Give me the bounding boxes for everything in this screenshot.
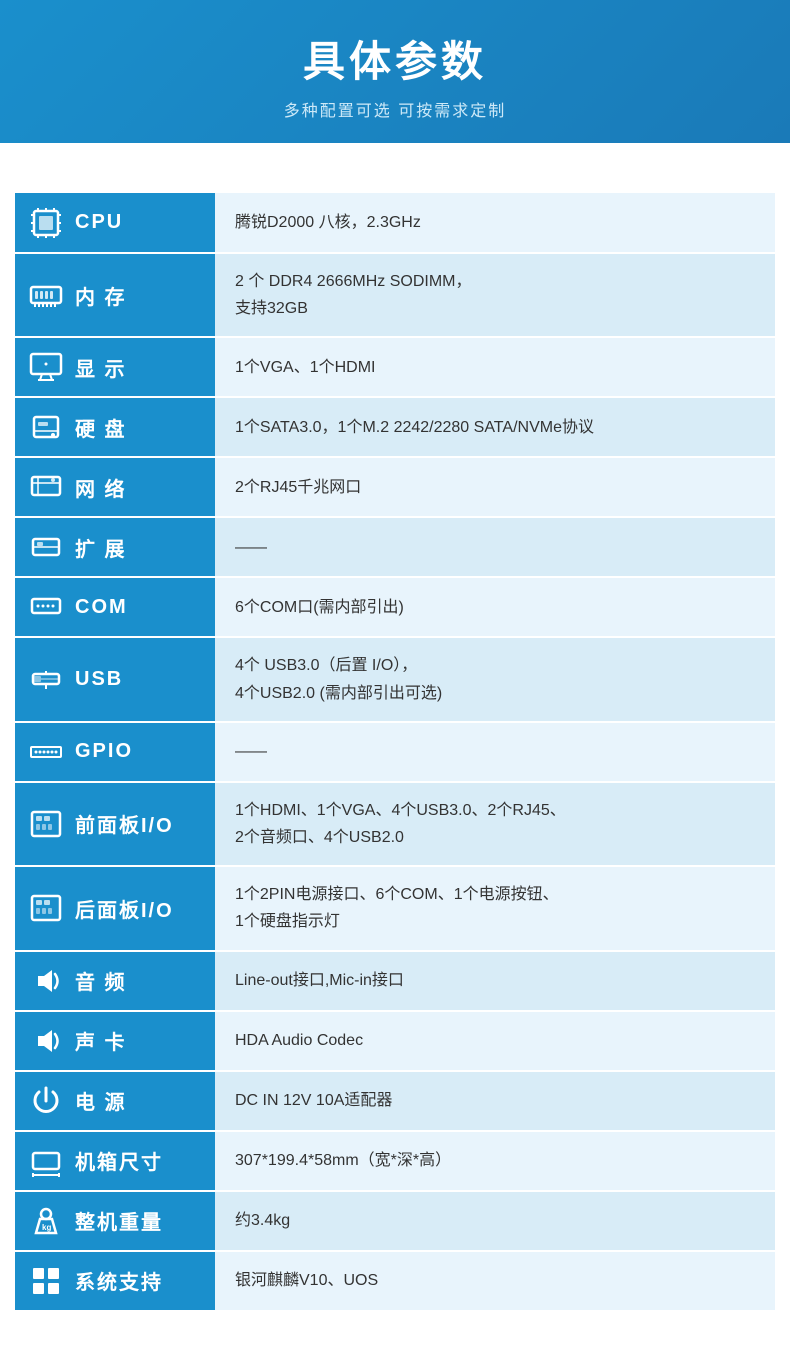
value-weight: 约3.4kg xyxy=(215,1191,775,1251)
expand-label: 扩 展 xyxy=(75,533,127,562)
value-gpio: —— xyxy=(215,722,775,782)
value-com: 6个COM口(需内部引出) xyxy=(215,577,775,637)
value-os: 银河麒麟V10、UOS xyxy=(215,1251,775,1311)
display-icon xyxy=(25,346,67,388)
com-icon xyxy=(25,586,67,628)
rear-io-icon xyxy=(25,887,67,929)
front-io-label: 前面板I/O xyxy=(75,809,174,838)
label-soundcard: 声 卡 xyxy=(15,1011,215,1071)
com-label: COM xyxy=(75,596,128,619)
rear-io-label: 后面板I/O xyxy=(75,894,174,923)
label-cpu: CPU xyxy=(15,193,215,253)
os-icon xyxy=(25,1260,67,1302)
value-front-io: 1个HDMI、1个VGA、4个USB3.0、2个RJ45、2个音频口、4个USB… xyxy=(215,782,775,866)
label-expand: 扩 展 xyxy=(15,517,215,577)
page-title: 具体参数 xyxy=(20,28,770,89)
memory-icon xyxy=(25,274,67,316)
audio-icon xyxy=(25,960,67,1002)
value-memory: 2 个 DDR4 2666MHz SODIMM，支持32GB xyxy=(215,253,775,337)
soundcard-label: 声 卡 xyxy=(75,1026,127,1055)
memory-label: 内 存 xyxy=(75,281,127,310)
label-audio: 音 频 xyxy=(15,951,215,1011)
usb-icon xyxy=(25,659,67,701)
label-display: 显 示 xyxy=(15,337,215,397)
label-size: 机箱尺寸 xyxy=(15,1131,215,1191)
label-front-io: 前面板I/O xyxy=(15,782,215,866)
audio-label: 音 频 xyxy=(75,966,127,995)
value-cpu: 腾锐D2000 八核，2.3GHz xyxy=(215,193,775,253)
network-label: 网 络 xyxy=(75,473,127,502)
gpio-label: GPIO xyxy=(75,740,133,763)
page-subtitle: 多种配置可选 可按需求定制 xyxy=(20,97,770,121)
label-power: 电 源 xyxy=(15,1071,215,1131)
value-network: 2个RJ45千兆网口 xyxy=(215,457,775,517)
label-network: 网 络 xyxy=(15,457,215,517)
label-weight: kg 整机重量 xyxy=(15,1191,215,1251)
value-audio: Line-out接口,Mic-in接口 xyxy=(215,951,775,1011)
label-memory: 内 存 xyxy=(15,253,215,337)
value-rear-io: 1个2PIN电源接口、6个COM、1个电源按钮、1个硬盘指示灯 xyxy=(215,866,775,950)
value-soundcard: HDA Audio Codec xyxy=(215,1011,775,1071)
cpu-label: CPU xyxy=(75,211,123,234)
power-label: 电 源 xyxy=(75,1086,127,1115)
size-label: 机箱尺寸 xyxy=(75,1146,163,1175)
value-size: 307*199.4*58mm（宽*深*高） xyxy=(215,1131,775,1191)
value-expand: —— xyxy=(215,517,775,577)
label-gpio: GPIO xyxy=(15,722,215,782)
specs-table: CPU 腾锐D2000 八核，2.3GHz 内 存 2 个 DDR4 2666MHz … xyxy=(15,193,775,1312)
value-usb: 4个 USB3.0（后置 I/O），4个USB2.0 (需内部引出可选) xyxy=(215,637,775,721)
value-display: 1个VGA、1个HDMI xyxy=(215,337,775,397)
cpu-icon xyxy=(25,202,67,244)
front-io-icon xyxy=(25,803,67,845)
label-os: 系统支持 xyxy=(15,1251,215,1311)
expand-icon xyxy=(25,526,67,568)
usb-label: USB xyxy=(75,668,123,691)
gpio-icon xyxy=(25,731,67,773)
label-usb: USB xyxy=(15,637,215,721)
disk-label: 硬 盘 xyxy=(75,413,127,442)
value-power: DC IN 12V 10A适配器 xyxy=(215,1071,775,1131)
svg-text:kg: kg xyxy=(42,1223,51,1232)
size-icon xyxy=(25,1140,67,1182)
os-label: 系统支持 xyxy=(75,1266,163,1295)
weight-icon: kg xyxy=(25,1200,67,1242)
header: 具体参数 多种配置可选 可按需求定制 xyxy=(0,0,790,143)
power-icon xyxy=(25,1080,67,1122)
network-icon xyxy=(25,466,67,508)
label-disk: 硬 盘 xyxy=(15,397,215,457)
display-label: 显 示 xyxy=(75,353,127,382)
soundcard-icon xyxy=(25,1020,67,1062)
label-rear-io: 后面板I/O xyxy=(15,866,215,950)
label-com: COM xyxy=(15,577,215,637)
weight-label: 整机重量 xyxy=(75,1206,163,1235)
disk-icon xyxy=(25,406,67,448)
value-disk: 1个SATA3.0，1个M.2 2242/2280 SATA/NVMe协议 xyxy=(215,397,775,457)
